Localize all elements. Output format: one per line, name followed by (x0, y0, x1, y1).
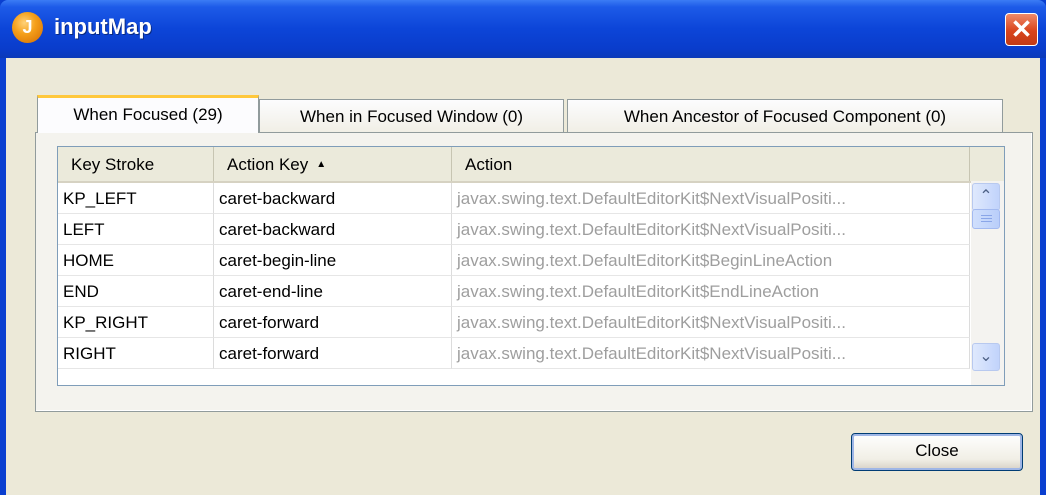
table-row[interactable]: KP_LEFT caret-backward javax.swing.text.… (58, 183, 970, 214)
tab-panel: Key Stroke Action Key ▲ Action KP_LEFT ca… (35, 132, 1033, 412)
cell-key-stroke: KP_RIGHT (58, 307, 214, 338)
tab-when-in-focused-window[interactable]: When in Focused Window (0) (259, 99, 564, 132)
column-header-action[interactable]: Action (452, 147, 970, 181)
window-title: inputMap (54, 14, 152, 39)
cell-action-key: caret-forward (214, 338, 452, 369)
dialog-client-area: When Focused (29) When in Focused Window… (6, 58, 1040, 495)
scroll-down-icon[interactable]: ⌄ (972, 343, 1000, 371)
column-header-action-key[interactable]: Action Key ▲ (214, 147, 452, 181)
tab-when-ancestor-of-focused-component[interactable]: When Ancestor of Focused Component (0) (567, 99, 1003, 132)
scroll-up-icon[interactable]: ⌃ (972, 183, 1000, 211)
grip-line (981, 215, 992, 216)
cell-key-stroke: RIGHT (58, 338, 214, 369)
close-window-icon[interactable]: ✕ (1005, 13, 1038, 46)
cell-action: javax.swing.text.DefaultEditorKit$BeginL… (452, 245, 970, 276)
cell-action-key: caret-forward (214, 307, 452, 338)
cell-key-stroke: HOME (58, 245, 214, 276)
cell-key-stroke: KP_LEFT (58, 183, 214, 214)
keymap-table: Key Stroke Action Key ▲ Action KP_LEFT ca… (57, 146, 1005, 386)
table-header: Key Stroke Action Key ▲ Action (58, 147, 1004, 183)
cell-action: javax.swing.text.DefaultEditorKit$NextVi… (452, 338, 970, 369)
cell-key-stroke: END (58, 276, 214, 307)
vertical-scrollbar[interactable]: ⌃ ⌄ (971, 181, 1004, 385)
cell-action: javax.swing.text.DefaultEditorKit$NextVi… (452, 307, 970, 338)
cell-action: javax.swing.text.DefaultEditorKit$NextVi… (452, 214, 970, 245)
cell-action-key: caret-backward (214, 214, 452, 245)
table-row[interactable]: KP_RIGHT caret-forward javax.swing.text.… (58, 307, 970, 338)
table-row[interactable]: END caret-end-line javax.swing.text.Defa… (58, 276, 970, 307)
title-bar[interactable]: J inputMap ✕ (0, 0, 1046, 58)
cell-action-key: caret-begin-line (214, 245, 452, 276)
grip-line (981, 221, 992, 222)
cell-action-key: caret-backward (214, 183, 452, 214)
grip-line (981, 218, 992, 219)
cell-action: javax.swing.text.DefaultEditorKit$EndLin… (452, 276, 970, 307)
table-row[interactable]: RIGHT caret-forward javax.swing.text.Def… (58, 338, 970, 369)
tab-when-focused[interactable]: When Focused (29) (37, 95, 259, 133)
table-row[interactable]: HOME caret-begin-line javax.swing.text.D… (58, 245, 970, 276)
column-header-key-stroke[interactable]: Key Stroke (58, 147, 214, 181)
java-app-icon: J (12, 12, 43, 43)
close-button[interactable]: Close (851, 433, 1023, 471)
cell-key-stroke: LEFT (58, 214, 214, 245)
cell-action: javax.swing.text.DefaultEditorKit$NextVi… (452, 183, 970, 214)
scrollbar-thumb[interactable] (972, 209, 1000, 229)
table-row[interactable]: LEFT caret-backward javax.swing.text.Def… (58, 214, 970, 245)
sort-ascending-icon: ▲ (316, 159, 327, 170)
cell-action-key: caret-end-line (214, 276, 452, 307)
dialog-window: J inputMap ✕ When Focused (29) When in F… (0, 0, 1046, 495)
